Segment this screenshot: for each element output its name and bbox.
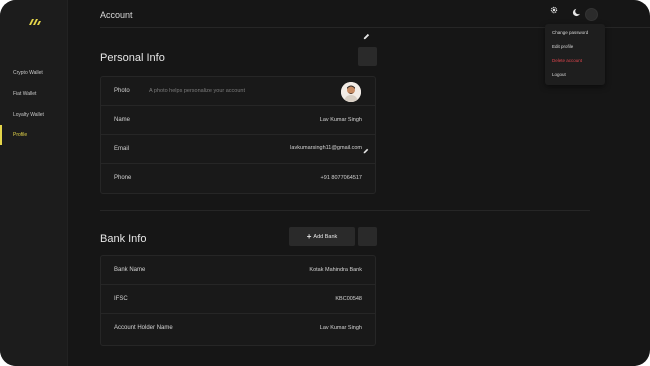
add-bank-button[interactable]: + Add Bank: [289, 227, 355, 246]
email-value: lavkumarsingh11@gmail.com: [290, 145, 362, 151]
section-divider: [100, 210, 590, 211]
avatar[interactable]: [585, 8, 598, 21]
main-content: Account Change password Edit profile Del…: [68, 0, 650, 366]
email-edit-icon[interactable]: [363, 148, 369, 154]
name-label: Name: [114, 117, 131, 123]
email-row: Email lavkumarsingh11@gmail.com: [101, 135, 375, 164]
bank-info-action-button[interactable]: [358, 227, 377, 246]
gear-icon[interactable]: [550, 6, 558, 14]
holder-label: Account Holder Name: [114, 325, 173, 331]
moon-icon[interactable]: [572, 8, 581, 17]
sidebar-item-profile[interactable]: Profile: [0, 125, 68, 145]
personal-info-title: Personal Info: [100, 52, 165, 64]
page-title: Account: [100, 10, 133, 20]
ifsc-value: KBC00548: [335, 296, 362, 302]
account-menu: Change password Edit profile Delete acco…: [545, 24, 605, 85]
name-value: Lav Kumar Singh: [319, 117, 362, 123]
sidebar-item-crypto-wallet[interactable]: Crypto Wallet: [0, 63, 68, 83]
bank-name-row: Bank Name Kotak Mahindra Bank: [101, 256, 375, 285]
photo-hint: A photo helps personalize your account: [149, 88, 246, 94]
menu-item-logout[interactable]: Logout: [552, 72, 566, 77]
holder-row: Account Holder Name Lav Kumar Singh: [101, 314, 375, 343]
phone-row: Phone +91 8077064517: [101, 164, 375, 193]
ifsc-row: IFSC KBC00548: [101, 285, 375, 314]
plus-icon: +: [306, 231, 312, 241]
menu-item-delete-account[interactable]: Delete account: [552, 58, 582, 63]
add-bank-label: Add Bank: [313, 233, 338, 240]
profile-photo[interactable]: [341, 82, 361, 102]
ifsc-label: IFSC: [114, 296, 128, 302]
bank-info-title: Bank Info: [100, 233, 147, 245]
logo-icon: [29, 19, 41, 25]
sidebar: Crypto Wallet Fiat Wallet Loyalty Wallet…: [0, 0, 68, 366]
personal-info-card: Photo A photo helps personalize your acc…: [100, 76, 376, 194]
phone-label: Phone: [114, 175, 132, 181]
name-row: Name Lav Kumar Singh: [101, 106, 375, 135]
phone-value: +91 8077064517: [320, 175, 362, 181]
email-label: Email: [114, 146, 130, 152]
bank-name-label: Bank Name: [114, 267, 146, 273]
holder-value: Lav Kumar Singh: [319, 325, 362, 331]
profile-photo-image: [341, 82, 361, 102]
app-frame: Crypto Wallet Fiat Wallet Loyalty Wallet…: [0, 0, 650, 366]
photo-label: Photo: [114, 88, 130, 94]
menu-item-change-password[interactable]: Change password: [552, 30, 588, 35]
edit-icon[interactable]: [363, 33, 370, 40]
sidebar-item-fiat-wallet[interactable]: Fiat Wallet: [0, 84, 68, 104]
personal-info-action-button[interactable]: [358, 47, 377, 66]
bank-info-card: Bank Name Kotak Mahindra Bank IFSC KBC00…: [100, 255, 376, 346]
menu-item-edit-profile[interactable]: Edit profile: [552, 44, 573, 49]
bank-name-value: Kotak Mahindra Bank: [309, 267, 362, 273]
photo-row: Photo A photo helps personalize your acc…: [101, 77, 375, 106]
sidebar-item-loyalty-wallet[interactable]: Loyalty Wallet: [0, 105, 68, 125]
